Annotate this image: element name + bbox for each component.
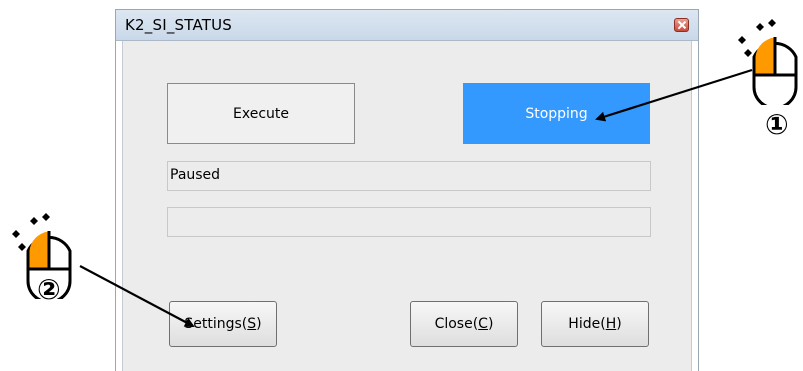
mouse-icon xyxy=(738,19,798,105)
step-1-badge: ① xyxy=(765,108,789,141)
annotation-arrows xyxy=(79,68,753,327)
arrow-to-settings xyxy=(79,265,195,327)
arrow-to-stopping xyxy=(595,68,753,122)
step-2-badge: ② xyxy=(37,273,61,306)
